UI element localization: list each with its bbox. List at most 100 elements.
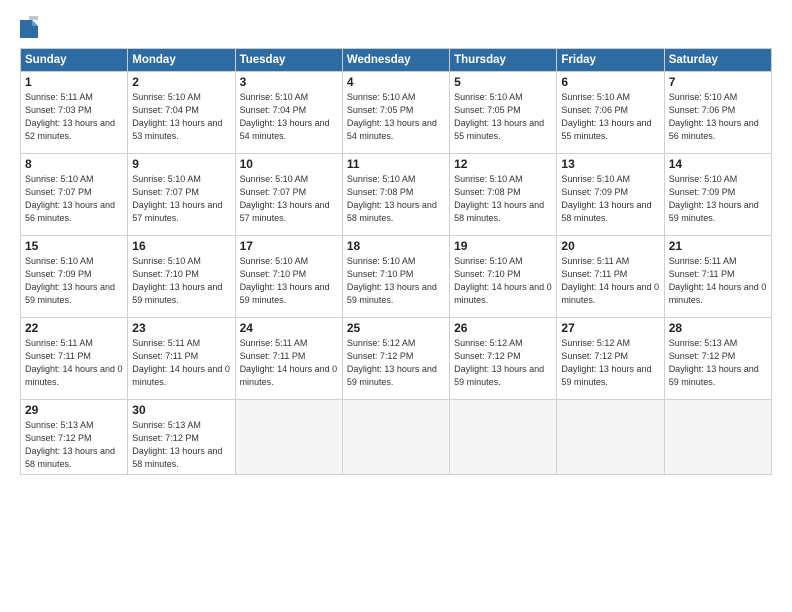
day-cell: 1 Sunrise: 5:11 AMSunset: 7:03 PMDaylight…	[21, 72, 128, 154]
day-number: 14	[669, 157, 767, 171]
day-info: Sunrise: 5:10 AMSunset: 7:06 PMDaylight:…	[561, 91, 659, 143]
day-info: Sunrise: 5:10 AMSunset: 7:10 PMDaylight:…	[132, 255, 230, 307]
calendar-header-friday: Friday	[557, 49, 664, 72]
day-info: Sunrise: 5:13 AMSunset: 7:12 PMDaylight:…	[132, 419, 230, 471]
day-info: Sunrise: 5:10 AMSunset: 7:08 PMDaylight:…	[454, 173, 552, 225]
day-number: 10	[240, 157, 338, 171]
day-info: Sunrise: 5:10 AMSunset: 7:07 PMDaylight:…	[132, 173, 230, 225]
day-cell: 20 Sunrise: 5:11 AMSunset: 7:11 PMDayligh…	[557, 236, 664, 318]
day-cell: 16 Sunrise: 5:10 AMSunset: 7:10 PMDayligh…	[128, 236, 235, 318]
day-cell: 2Sunrise: 5:10 AMSunset: 7:04 PMDaylight…	[128, 72, 235, 154]
day-number: 26	[454, 321, 552, 335]
day-number: 27	[561, 321, 659, 335]
day-cell: 3 Sunrise: 5:10 AMSunset: 7:04 PMDaylight…	[235, 72, 342, 154]
day-number: 16	[132, 239, 230, 253]
day-info: Sunrise: 5:10 AMSunset: 7:07 PMDaylight:…	[240, 173, 338, 225]
week-row-5: 29Sunrise: 5:13 AMSunset: 7:12 PMDayligh…	[21, 400, 772, 475]
day-cell	[450, 400, 557, 475]
day-cell: 24 Sunrise: 5:11 AMSunset: 7:11 PMDayligh…	[235, 318, 342, 400]
calendar-header-thursday: Thursday	[450, 49, 557, 72]
day-cell: 30Sunrise: 5:13 AMSunset: 7:12 PMDayligh…	[128, 400, 235, 475]
day-info: Sunrise: 5:10 AMSunset: 7:06 PMDaylight:…	[669, 91, 767, 143]
day-cell: 11 Sunrise: 5:10 AMSunset: 7:08 PMDayligh…	[342, 154, 449, 236]
day-cell: 7 Sunrise: 5:10 AMSunset: 7:06 PMDaylight…	[664, 72, 771, 154]
day-cell: 28 Sunrise: 5:13 AMSunset: 7:12 PMDayligh…	[664, 318, 771, 400]
day-number: 11	[347, 157, 445, 171]
day-info: Sunrise: 5:10 AMSunset: 7:05 PMDaylight:…	[454, 91, 552, 143]
day-info: Sunrise: 5:11 AMSunset: 7:11 PMDaylight:…	[561, 255, 659, 307]
day-cell: 9Sunrise: 5:10 AMSunset: 7:07 PMDaylight…	[128, 154, 235, 236]
day-cell: 22 Sunrise: 5:11 AMSunset: 7:11 PMDayligh…	[21, 318, 128, 400]
calendar-header-saturday: Saturday	[664, 49, 771, 72]
day-number: 12	[454, 157, 552, 171]
calendar-header-monday: Monday	[128, 49, 235, 72]
day-cell	[557, 400, 664, 475]
day-number: 1	[25, 75, 123, 89]
day-info: Sunrise: 5:10 AMSunset: 7:09 PMDaylight:…	[25, 255, 123, 307]
day-cell: 14 Sunrise: 5:10 AMSunset: 7:09 PMDayligh…	[664, 154, 771, 236]
day-info: Sunrise: 5:11 AMSunset: 7:11 PMDaylight:…	[25, 337, 123, 389]
day-number: 22	[25, 321, 123, 335]
day-info: Sunrise: 5:10 AMSunset: 7:09 PMDaylight:…	[669, 173, 767, 225]
day-info: Sunrise: 5:10 AMSunset: 7:09 PMDaylight:…	[561, 173, 659, 225]
day-cell: 4 Sunrise: 5:10 AMSunset: 7:05 PMDaylight…	[342, 72, 449, 154]
day-info: Sunrise: 5:11 AMSunset: 7:11 PMDaylight:…	[669, 255, 767, 307]
day-cell: 8 Sunrise: 5:10 AMSunset: 7:07 PMDaylight…	[21, 154, 128, 236]
day-cell: 12 Sunrise: 5:10 AMSunset: 7:08 PMDayligh…	[450, 154, 557, 236]
calendar-header-wednesday: Wednesday	[342, 49, 449, 72]
day-number: 18	[347, 239, 445, 253]
day-cell	[664, 400, 771, 475]
day-info: Sunrise: 5:10 AMSunset: 7:07 PMDaylight:…	[25, 173, 123, 225]
day-info: Sunrise: 5:12 AMSunset: 7:12 PMDaylight:…	[561, 337, 659, 389]
day-number: 21	[669, 239, 767, 253]
day-info: Sunrise: 5:10 AMSunset: 7:04 PMDaylight:…	[240, 91, 338, 143]
day-number: 28	[669, 321, 767, 335]
day-number: 8	[25, 157, 123, 171]
day-info: Sunrise: 5:13 AMSunset: 7:12 PMDaylight:…	[669, 337, 767, 389]
day-number: 2	[132, 75, 230, 89]
day-number: 3	[240, 75, 338, 89]
week-row-2: 8 Sunrise: 5:10 AMSunset: 7:07 PMDaylight…	[21, 154, 772, 236]
day-cell: 10 Sunrise: 5:10 AMSunset: 7:07 PMDayligh…	[235, 154, 342, 236]
day-number: 24	[240, 321, 338, 335]
day-cell: 5Sunrise: 5:10 AMSunset: 7:05 PMDaylight…	[450, 72, 557, 154]
day-info: Sunrise: 5:13 AMSunset: 7:12 PMDaylight:…	[25, 419, 123, 471]
day-cell: 23Sunrise: 5:11 AMSunset: 7:11 PMDayligh…	[128, 318, 235, 400]
day-cell: 19Sunrise: 5:10 AMSunset: 7:10 PMDayligh…	[450, 236, 557, 318]
day-info: Sunrise: 5:10 AMSunset: 7:05 PMDaylight:…	[347, 91, 445, 143]
day-info: Sunrise: 5:12 AMSunset: 7:12 PMDaylight:…	[347, 337, 445, 389]
day-number: 17	[240, 239, 338, 253]
day-cell: 13 Sunrise: 5:10 AMSunset: 7:09 PMDayligh…	[557, 154, 664, 236]
calendar-header-tuesday: Tuesday	[235, 49, 342, 72]
day-info: Sunrise: 5:11 AMSunset: 7:11 PMDaylight:…	[240, 337, 338, 389]
logo	[20, 16, 40, 38]
day-info: Sunrise: 5:10 AMSunset: 7:10 PMDaylight:…	[240, 255, 338, 307]
day-number: 20	[561, 239, 659, 253]
day-number: 19	[454, 239, 552, 253]
day-info: Sunrise: 5:10 AMSunset: 7:10 PMDaylight:…	[347, 255, 445, 307]
day-number: 4	[347, 75, 445, 89]
day-cell: 29Sunrise: 5:13 AMSunset: 7:12 PMDayligh…	[21, 400, 128, 475]
day-cell: 6 Sunrise: 5:10 AMSunset: 7:06 PMDaylight…	[557, 72, 664, 154]
day-number: 6	[561, 75, 659, 89]
day-info: Sunrise: 5:11 AMSunset: 7:11 PMDaylight:…	[132, 337, 230, 389]
day-info: Sunrise: 5:11 AMSunset: 7:03 PMDaylight:…	[25, 91, 123, 143]
day-number: 25	[347, 321, 445, 335]
week-row-1: 1 Sunrise: 5:11 AMSunset: 7:03 PMDaylight…	[21, 72, 772, 154]
day-cell: 25 Sunrise: 5:12 AMSunset: 7:12 PMDayligh…	[342, 318, 449, 400]
day-cell: 27 Sunrise: 5:12 AMSunset: 7:12 PMDayligh…	[557, 318, 664, 400]
day-cell: 15Sunrise: 5:10 AMSunset: 7:09 PMDayligh…	[21, 236, 128, 318]
page: SundayMondayTuesdayWednesdayThursdayFrid…	[0, 0, 792, 612]
day-cell: 17 Sunrise: 5:10 AMSunset: 7:10 PMDayligh…	[235, 236, 342, 318]
calendar-header-sunday: Sunday	[21, 49, 128, 72]
day-number: 13	[561, 157, 659, 171]
calendar: SundayMondayTuesdayWednesdayThursdayFrid…	[20, 48, 772, 475]
day-cell: 21 Sunrise: 5:11 AMSunset: 7:11 PMDayligh…	[664, 236, 771, 318]
week-row-3: 15Sunrise: 5:10 AMSunset: 7:09 PMDayligh…	[21, 236, 772, 318]
header-row: SundayMondayTuesdayWednesdayThursdayFrid…	[21, 49, 772, 72]
day-number: 7	[669, 75, 767, 89]
header	[20, 16, 772, 38]
day-cell: 18 Sunrise: 5:10 AMSunset: 7:10 PMDayligh…	[342, 236, 449, 318]
logo-icon	[20, 16, 38, 38]
day-info: Sunrise: 5:10 AMSunset: 7:08 PMDaylight:…	[347, 173, 445, 225]
